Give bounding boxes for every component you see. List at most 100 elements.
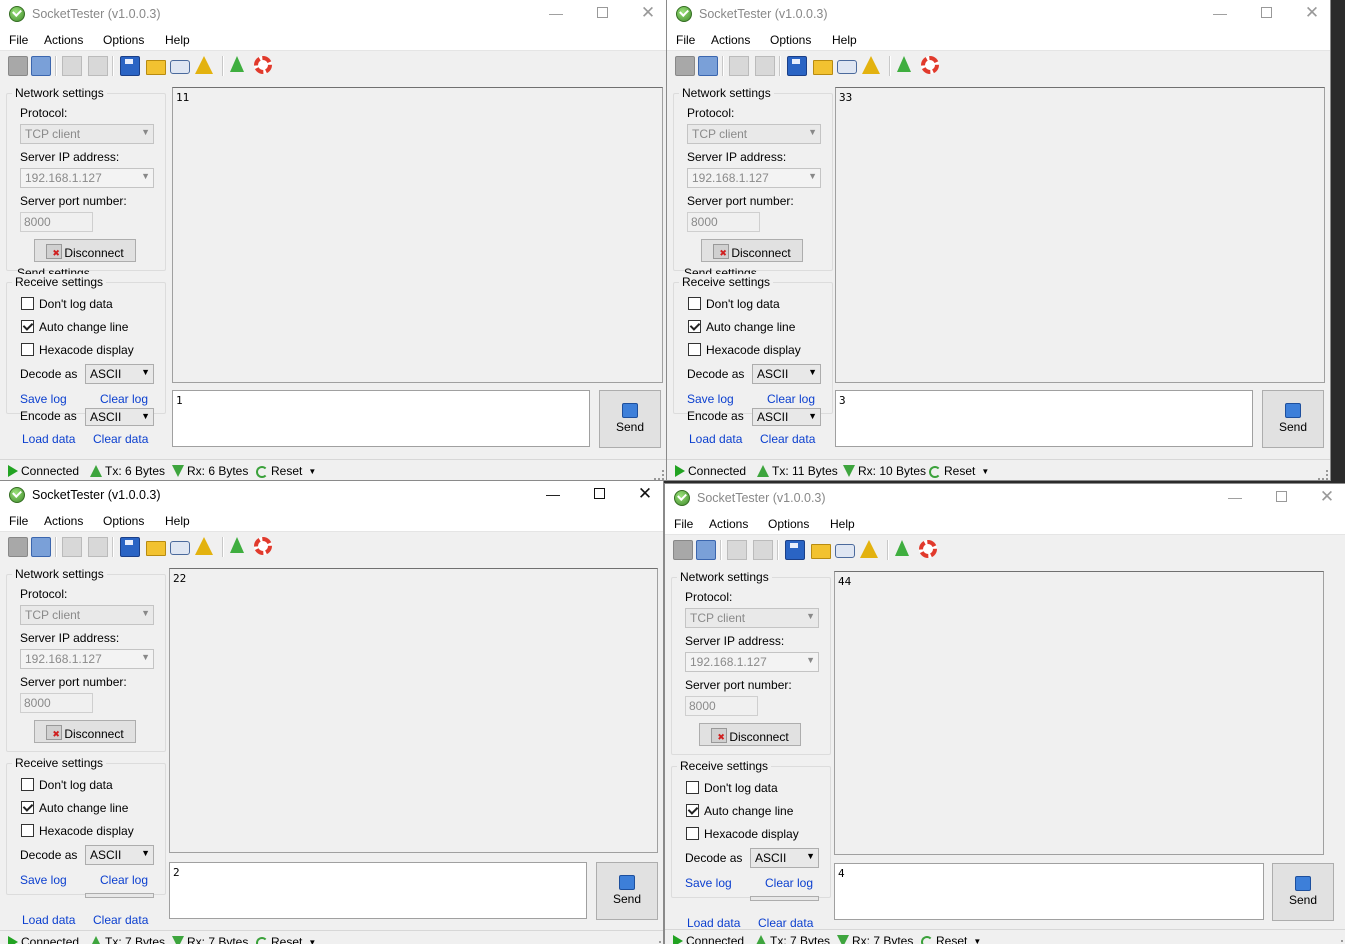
maximize-button[interactable] bbox=[588, 4, 616, 22]
hexacode-display-checkbox[interactable] bbox=[686, 827, 699, 840]
load-data-link[interactable]: Load data bbox=[22, 913, 75, 927]
connect-settings-icon[interactable] bbox=[696, 540, 716, 560]
send-icon[interactable] bbox=[729, 56, 749, 76]
maximize-button[interactable] bbox=[585, 485, 613, 503]
protocol-select[interactable]: TCP client ▼ bbox=[20, 124, 154, 144]
help-lifebuoy-icon[interactable] bbox=[919, 540, 937, 558]
menu-file[interactable]: File bbox=[9, 514, 28, 528]
reset-button[interactable]: Reset ▼ bbox=[256, 935, 316, 944]
clear-broom-icon[interactable] bbox=[860, 540, 878, 558]
send-icon[interactable] bbox=[62, 56, 82, 76]
save-icon[interactable] bbox=[120, 56, 140, 76]
menu-file[interactable]: File bbox=[9, 33, 28, 47]
auto-change-line-checkbox[interactable] bbox=[688, 320, 701, 333]
send-button[interactable]: Send bbox=[599, 390, 661, 448]
send-file-icon[interactable] bbox=[753, 540, 773, 560]
send-input[interactable]: 2 bbox=[169, 862, 587, 919]
reset-button[interactable]: Reset ▼ bbox=[929, 464, 989, 478]
disconnect-button[interactable]: Disconnect bbox=[34, 720, 136, 743]
help-lifebuoy-icon[interactable] bbox=[921, 56, 939, 74]
save-icon[interactable] bbox=[787, 56, 807, 76]
disconnect-button[interactable]: Disconnect bbox=[701, 239, 803, 262]
clear-data-link[interactable]: Clear data bbox=[758, 916, 813, 930]
send-button[interactable]: Send bbox=[1272, 863, 1334, 921]
menu-options[interactable]: Options bbox=[103, 33, 144, 47]
resize-grip-icon[interactable] bbox=[1333, 940, 1343, 944]
print-icon[interactable] bbox=[837, 60, 857, 74]
decode-as-select[interactable]: ASCII ▼ bbox=[85, 845, 154, 865]
menu-actions[interactable]: Actions bbox=[709, 517, 748, 531]
clear-data-link[interactable]: Clear data bbox=[93, 913, 148, 927]
decode-as-select[interactable]: ASCII ▼ bbox=[85, 364, 154, 384]
dont-log-checkbox[interactable] bbox=[688, 297, 701, 310]
connect-icon[interactable] bbox=[8, 56, 28, 76]
clear-broom-icon[interactable] bbox=[195, 537, 213, 555]
menu-help[interactable]: Help bbox=[165, 514, 190, 528]
server-ip-combo[interactable]: 192.168.1.127 ▼ bbox=[687, 168, 821, 188]
send-file-icon[interactable] bbox=[88, 537, 108, 557]
send-icon[interactable] bbox=[62, 537, 82, 557]
title-bar[interactable]: SocketTester (v1.0.0.3) — ✕ bbox=[665, 484, 1345, 512]
reset-button[interactable]: Reset ▼ bbox=[256, 464, 316, 478]
save-log-link[interactable]: Save log bbox=[20, 392, 67, 406]
disconnect-button[interactable]: Disconnect bbox=[34, 239, 136, 262]
server-port-field[interactable]: 8000 bbox=[20, 693, 93, 713]
test-flask-icon[interactable] bbox=[895, 540, 909, 556]
connect-icon[interactable] bbox=[673, 540, 693, 560]
resize-grip-icon[interactable] bbox=[1318, 470, 1328, 480]
test-flask-icon[interactable] bbox=[230, 537, 244, 553]
clear-log-link[interactable]: Clear log bbox=[767, 392, 815, 406]
connect-icon[interactable] bbox=[8, 537, 28, 557]
send-icon[interactable] bbox=[727, 540, 747, 560]
menu-help[interactable]: Help bbox=[165, 33, 190, 47]
auto-change-line-checkbox[interactable] bbox=[21, 320, 34, 333]
save-log-link[interactable]: Save log bbox=[685, 876, 732, 890]
close-button[interactable]: ✕ bbox=[1298, 4, 1326, 22]
send-input[interactable]: 1 bbox=[172, 390, 590, 447]
menu-options[interactable]: Options bbox=[770, 33, 811, 47]
minimize-button[interactable]: — bbox=[1206, 4, 1234, 22]
title-bar[interactable]: SocketTester (v1.0.0.3) — ✕ bbox=[667, 0, 1330, 28]
resize-grip-icon[interactable] bbox=[654, 470, 664, 480]
save-log-link[interactable]: Save log bbox=[687, 392, 734, 406]
open-folder-icon[interactable] bbox=[146, 60, 166, 75]
save-icon[interactable] bbox=[785, 540, 805, 560]
test-flask-icon[interactable] bbox=[230, 56, 244, 72]
disconnect-button[interactable]: Disconnect bbox=[699, 723, 801, 746]
load-data-link[interactable]: Load data bbox=[22, 432, 75, 446]
send-file-icon[interactable] bbox=[88, 56, 108, 76]
send-input[interactable]: 4 bbox=[834, 863, 1264, 920]
open-folder-icon[interactable] bbox=[146, 541, 166, 556]
protocol-select[interactable]: TCP client ▼ bbox=[687, 124, 821, 144]
close-button[interactable]: ✕ bbox=[631, 485, 659, 503]
menu-actions[interactable]: Actions bbox=[711, 33, 750, 47]
open-folder-icon[interactable] bbox=[811, 544, 831, 559]
title-bar[interactable]: SocketTester (v1.0.0.3) — ✕ bbox=[0, 481, 663, 509]
menu-file[interactable]: File bbox=[674, 517, 693, 531]
server-ip-combo[interactable]: 192.168.1.127 ▼ bbox=[20, 168, 154, 188]
help-lifebuoy-icon[interactable] bbox=[254, 537, 272, 555]
send-button[interactable]: Send bbox=[596, 862, 658, 920]
clear-data-link[interactable]: Clear data bbox=[760, 432, 815, 446]
receive-log-area[interactable]: 11 bbox=[172, 87, 663, 383]
clear-data-link[interactable]: Clear data bbox=[93, 432, 148, 446]
connect-settings-icon[interactable] bbox=[698, 56, 718, 76]
save-icon[interactable] bbox=[120, 537, 140, 557]
encode-as-select[interactable]: ASCII ▼ bbox=[85, 408, 154, 426]
encode-as-select[interactable]: ASCII ▼ bbox=[752, 408, 821, 426]
help-lifebuoy-icon[interactable] bbox=[254, 56, 272, 74]
connect-icon[interactable] bbox=[675, 56, 695, 76]
server-port-field[interactable]: 8000 bbox=[685, 696, 758, 716]
clear-log-link[interactable]: Clear log bbox=[100, 392, 148, 406]
menu-options[interactable]: Options bbox=[103, 514, 144, 528]
close-button[interactable]: ✕ bbox=[634, 4, 662, 22]
minimize-button[interactable]: — bbox=[539, 485, 567, 503]
menu-options[interactable]: Options bbox=[768, 517, 809, 531]
dont-log-checkbox[interactable] bbox=[21, 778, 34, 791]
minimize-button[interactable]: — bbox=[542, 4, 570, 22]
maximize-button[interactable] bbox=[1252, 4, 1280, 22]
send-file-icon[interactable] bbox=[755, 56, 775, 76]
hexacode-display-checkbox[interactable] bbox=[21, 343, 34, 356]
maximize-button[interactable] bbox=[1267, 488, 1295, 506]
open-folder-icon[interactable] bbox=[813, 60, 833, 75]
